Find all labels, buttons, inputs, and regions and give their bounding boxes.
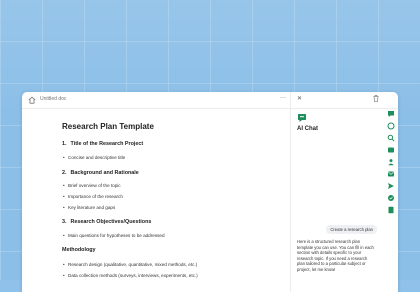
check-icon[interactable] bbox=[387, 194, 395, 202]
close-icon[interactable]: ✕ bbox=[297, 95, 302, 102]
list-item: Importance of the research bbox=[63, 194, 123, 199]
list-item: Research design (qualitative, quantitati… bbox=[63, 262, 197, 267]
section-title: Research Objectives/Questions bbox=[70, 219, 152, 225]
ai-chat-panel: ✕ AI Chat Create a research plan Here is… bbox=[290, 92, 398, 292]
send-icon[interactable] bbox=[387, 182, 395, 190]
document-toolbar: Untitled doc ··· bbox=[22, 92, 290, 109]
list-item: Key literature and gaps bbox=[63, 205, 115, 210]
chat-title: AI Chat bbox=[297, 126, 318, 132]
image-icon[interactable] bbox=[387, 146, 395, 154]
ai-chat-logo-icon bbox=[298, 114, 306, 122]
side-icon-rail bbox=[385, 108, 398, 292]
link-icon[interactable] bbox=[387, 122, 395, 130]
list-item: Main questions for hypotheses to be addr… bbox=[63, 233, 165, 238]
user-message-bubble: Create a research plan bbox=[326, 225, 377, 234]
mail-icon[interactable] bbox=[387, 170, 395, 178]
list-item: Concise and descriptive title bbox=[63, 155, 125, 160]
search-icon[interactable] bbox=[387, 134, 395, 142]
app-window: Untitled doc ··· Research Plan Template … bbox=[22, 92, 398, 292]
section-number: 3. bbox=[62, 219, 67, 225]
chat-icon[interactable] bbox=[387, 110, 395, 118]
section-heading-3: 3. Research Objectives/Questions bbox=[62, 219, 151, 225]
document-body[interactable]: Research Plan Template 1. Title of the Re… bbox=[22, 109, 290, 292]
section-title: Title of the Research Project bbox=[70, 141, 144, 147]
person-icon[interactable] bbox=[387, 158, 395, 166]
page-title: Research Plan Template bbox=[62, 122, 154, 131]
document-title[interactable]: Untitled doc bbox=[40, 96, 66, 102]
methodology-heading: Methodology bbox=[62, 247, 96, 253]
ai-response-message: Here is a structured research plan templ… bbox=[297, 239, 374, 272]
home-icon[interactable] bbox=[28, 96, 36, 104]
section-number: 2. bbox=[62, 170, 67, 176]
more-options-icon[interactable]: ··· bbox=[280, 95, 286, 101]
section-title: Background and Rationale bbox=[70, 170, 139, 176]
list-item: Brief overview of the topic bbox=[63, 183, 121, 188]
trash-icon[interactable] bbox=[373, 95, 379, 102]
section-number: 1. bbox=[62, 141, 67, 147]
section-heading-2: 2. Background and Rationale bbox=[62, 170, 139, 176]
document-icon[interactable] bbox=[387, 206, 395, 214]
list-item: Data collection methods (surveys, interv… bbox=[63, 273, 198, 278]
section-heading-1: 1. Title of the Research Project bbox=[62, 141, 143, 147]
chat-header-bar: ✕ bbox=[291, 92, 398, 109]
